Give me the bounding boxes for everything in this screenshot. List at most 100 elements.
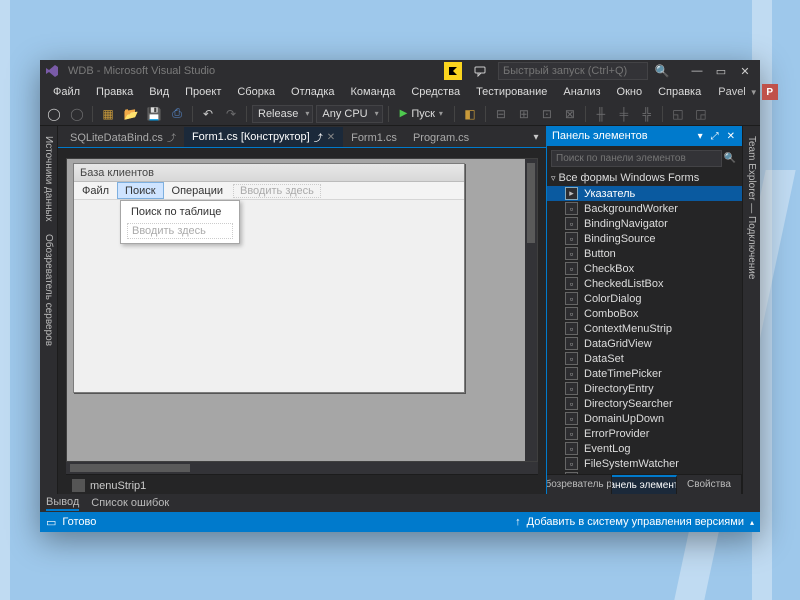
spacing-icon-1[interactable]: ╫	[591, 104, 611, 124]
form-menu-placeholder[interactable]: Вводить здесь	[233, 184, 321, 198]
control-icon: ▫	[565, 457, 578, 470]
toolbox-item-label: DataSet	[584, 353, 624, 365]
search-icon[interactable]: 🔍	[652, 61, 672, 81]
toolbox-item[interactable]: ▫FileSystemWatcher	[547, 456, 742, 471]
toolbox-item[interactable]: ▫BackgroundWorker	[547, 201, 742, 216]
form-menu-ops[interactable]: Операции	[164, 182, 231, 199]
toolbox-item[interactable]: ▫ErrorProvider	[547, 426, 742, 441]
pin-icon[interactable]: ⤢	[709, 131, 721, 142]
tab-form-cs[interactable]: Form1.cs	[343, 127, 405, 147]
toolbox-item[interactable]: ▫DataSet	[547, 351, 742, 366]
menu-analyze[interactable]: Анализ	[556, 85, 607, 99]
tab-solution-explorer[interactable]: Обозреватель р...	[547, 475, 612, 494]
toolbox-item[interactable]: ▫ContextMenuStrip	[547, 321, 742, 336]
component-item[interactable]: menuStrip1	[90, 480, 146, 492]
winform-menustrip[interactable]: Файл Поиск Операции Вводить здесь	[74, 182, 464, 200]
tab-sqlite[interactable]: SQLiteDataBind.cs⤴	[62, 127, 184, 147]
status-vcs[interactable]: Добавить в систему управления версиями	[527, 516, 744, 528]
toolbox-item[interactable]: ▫Button	[547, 246, 742, 261]
menu-view[interactable]: Вид	[142, 85, 176, 99]
feedback-icon[interactable]	[470, 61, 490, 81]
menu-tools[interactable]: Средства	[404, 85, 467, 99]
tab-program[interactable]: Program.cs	[405, 127, 477, 147]
chevron-up-icon[interactable]: ▴	[750, 518, 754, 527]
tab-error-list[interactable]: Список ошибок	[91, 497, 169, 510]
close-button[interactable]: ✕	[734, 62, 756, 80]
toolbox-category[interactable]: ▿ Все формы Windows Forms	[547, 170, 742, 186]
undo-icon[interactable]: ↶	[198, 104, 218, 124]
toolbox-item[interactable]: ▫DateTimePicker	[547, 366, 742, 381]
redo-icon[interactable]: ↷	[221, 104, 241, 124]
menu-project[interactable]: Проект	[178, 85, 228, 99]
toolbox-item[interactable]: ▫DataGridView	[547, 336, 742, 351]
toolbox-item[interactable]: ▸Указатель	[547, 186, 742, 201]
rail-server-explorer[interactable]: Обозреватель серверов	[43, 228, 54, 352]
vscrollbar[interactable]	[525, 159, 537, 461]
quick-launch-input[interactable]	[498, 62, 648, 80]
tab-output[interactable]: Вывод	[46, 496, 79, 511]
tab-menu-icon[interactable]: ▾	[526, 127, 546, 147]
open-icon[interactable]: 📂	[121, 104, 141, 124]
form-menu-file[interactable]: Файл	[74, 182, 117, 199]
toolbox-item[interactable]: ▫EventLog	[547, 441, 742, 456]
platform-combo[interactable]: Any CPU	[316, 105, 382, 123]
toolbox-search-input[interactable]	[551, 150, 722, 167]
winform-titlebar: База клиентов	[74, 164, 464, 182]
user-badge[interactable]: Pavel ▼ P	[718, 84, 777, 100]
tab-properties[interactable]: Свойства	[677, 475, 742, 494]
menu-help[interactable]: Справка	[651, 85, 708, 99]
align-icon-4[interactable]: ⊠	[560, 104, 580, 124]
new-project-icon[interactable]: ▦	[98, 104, 118, 124]
order-icon-1[interactable]: ◱	[668, 104, 688, 124]
toolbox-item[interactable]: ▫ComboBox	[547, 306, 742, 321]
align-icon-1[interactable]: ⊟	[491, 104, 511, 124]
search-icon[interactable]: 🔍	[722, 148, 738, 168]
spacing-icon-2[interactable]: ╪	[614, 104, 634, 124]
order-icon-2[interactable]: ◲	[691, 104, 711, 124]
dropdown-item[interactable]: Поиск по таблице	[121, 203, 239, 221]
menu-file[interactable]: Файл	[46, 85, 87, 99]
toolbox-item[interactable]: ▫DirectorySearcher	[547, 396, 742, 411]
nav-back-icon[interactable]: ◯	[44, 104, 64, 124]
menu-team[interactable]: Команда	[344, 85, 403, 99]
tab-form-designer[interactable]: Form1.cs [Конструктор]⤴✕	[184, 127, 343, 147]
dropdown-placeholder[interactable]: Вводить здесь	[127, 223, 233, 239]
hscrollbar[interactable]	[66, 462, 538, 474]
panel-menu-icon[interactable]: ▾	[696, 131, 705, 142]
rail-data-sources[interactable]: Источники данных	[43, 130, 54, 228]
toolbox-item[interactable]: ▫DomainUpDown	[547, 411, 742, 426]
toolbox-item[interactable]: ▫DirectoryEntry	[547, 381, 742, 396]
toolbox-item[interactable]: ▫ColorDialog	[547, 291, 742, 306]
toolbox-item[interactable]: ▫BindingSource	[547, 231, 742, 246]
pin-icon[interactable]: ⤴	[314, 131, 323, 144]
toolbox-item[interactable]: ▫BindingNavigator	[547, 216, 742, 231]
restore-button[interactable]: ▭	[710, 62, 732, 80]
save-all-icon[interactable]: ⎙	[167, 104, 187, 124]
notification-flag-icon[interactable]	[444, 62, 462, 80]
rail-team-explorer[interactable]: Team Explorer — Подключение	[746, 130, 757, 285]
menu-debug[interactable]: Отладка	[284, 85, 341, 99]
form-menu-search[interactable]: Поиск	[117, 182, 163, 199]
align-icon-2[interactable]: ⊞	[514, 104, 534, 124]
menu-test[interactable]: Тестирование	[469, 85, 554, 99]
save-icon[interactable]: 💾	[144, 104, 164, 124]
minimize-button[interactable]: —	[686, 62, 708, 80]
tab-toolbox[interactable]: Панель элемент...	[612, 475, 677, 494]
menu-edit[interactable]: Правка	[89, 85, 140, 99]
pin-icon[interactable]: ⤴	[167, 131, 176, 144]
start-button[interactable]: ▶ Пуск ▾	[394, 105, 449, 123]
menu-build[interactable]: Сборка	[230, 85, 282, 99]
spacing-icon-3[interactable]: ╬	[637, 104, 657, 124]
toolbox-item[interactable]: ▫CheckBox	[547, 261, 742, 276]
layout-icon[interactable]: ◧	[460, 104, 480, 124]
close-icon[interactable]: ✕	[725, 131, 737, 142]
menu-window[interactable]: Окно	[610, 85, 650, 99]
winform-preview[interactable]: База клиентов Файл Поиск Операции Вводит…	[73, 163, 465, 393]
toolbox-item[interactable]: ▫CheckedListBox	[547, 276, 742, 291]
design-surface[interactable]: База клиентов Файл Поиск Операции Вводит…	[66, 158, 538, 462]
nav-fwd-icon[interactable]: ◯	[67, 104, 87, 124]
config-combo[interactable]: Release	[252, 105, 313, 123]
toolbox-item-label: DataGridView	[584, 338, 652, 350]
align-icon-3[interactable]: ⊡	[537, 104, 557, 124]
close-icon[interactable]: ✕	[327, 132, 335, 143]
